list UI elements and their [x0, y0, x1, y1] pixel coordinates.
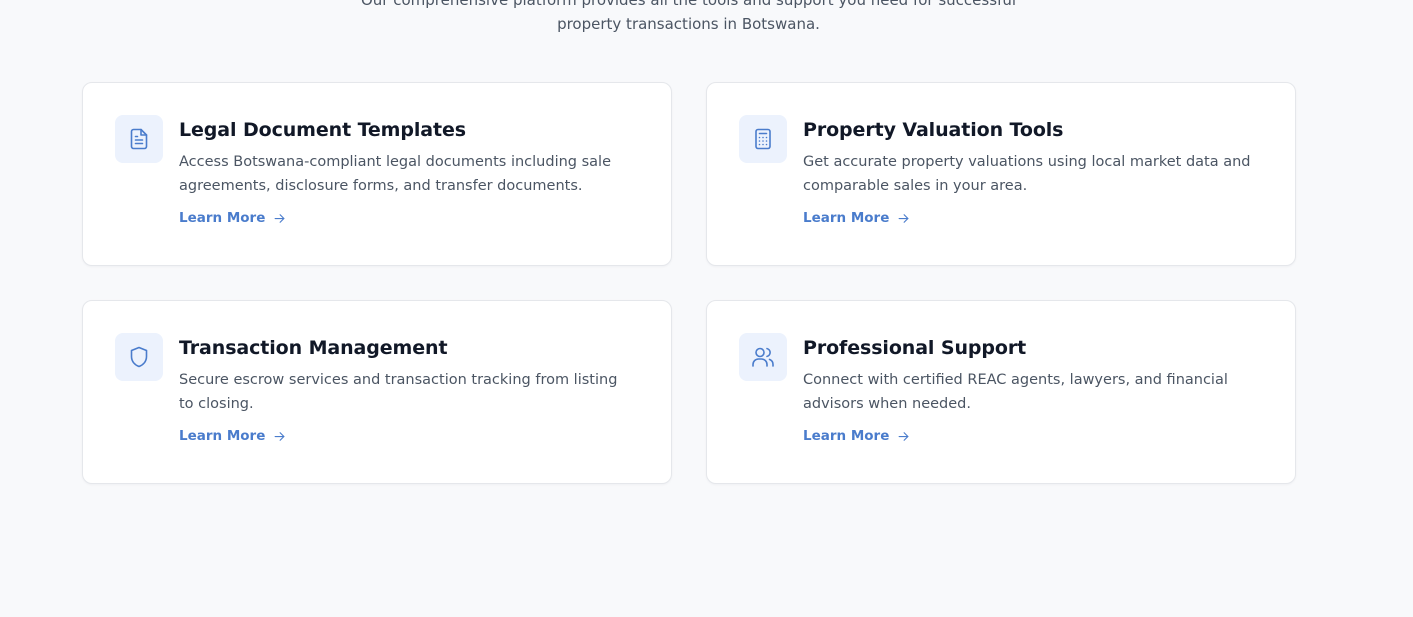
features-grid: Legal Document Templates Access Botswana… — [82, 82, 1296, 484]
intro-line-2: property transactions in Botswana. — [557, 15, 820, 33]
calculator-icon — [739, 115, 787, 163]
learn-more-label: Learn More — [803, 210, 890, 226]
arrow-right-icon — [274, 431, 285, 441]
arrow-right-icon — [274, 213, 285, 223]
learn-more-label: Learn More — [179, 428, 266, 444]
feature-card-valuation-tools: Property Valuation Tools Get accurate pr… — [706, 82, 1296, 266]
card-description: Get accurate property valuations using l… — [803, 154, 1251, 194]
card-title: Legal Document Templates — [179, 119, 466, 141]
learn-more-link[interactable]: Learn More — [179, 210, 287, 226]
card-title: Transaction Management — [179, 337, 448, 359]
users-icon — [739, 333, 787, 381]
document-icon — [115, 115, 163, 163]
learn-more-label: Learn More — [179, 210, 266, 226]
feature-card-legal-documents: Legal Document Templates Access Botswana… — [82, 82, 672, 266]
card-description: Access Botswana-compliant legal document… — [179, 154, 611, 194]
learn-more-link[interactable]: Learn More — [803, 210, 911, 226]
arrow-right-icon — [898, 213, 909, 223]
feature-card-transaction-management: Transaction Management Secure escrow ser… — [82, 300, 672, 484]
learn-more-link[interactable]: Learn More — [179, 428, 287, 444]
feature-card-professional-support: Professional Support Connect with certif… — [706, 300, 1296, 484]
section-intro: Our comprehensive platform provides all … — [0, 0, 1377, 36]
learn-more-link[interactable]: Learn More — [803, 428, 911, 444]
card-title: Property Valuation Tools — [803, 119, 1064, 141]
learn-more-label: Learn More — [803, 428, 890, 444]
arrow-right-icon — [898, 431, 909, 441]
intro-line-1: Our comprehensive platform provides all … — [360, 0, 1016, 9]
card-title: Professional Support — [803, 337, 1027, 359]
card-description: Connect with certified REAC agents, lawy… — [803, 372, 1228, 412]
card-description: Secure escrow services and transaction t… — [179, 372, 618, 412]
shield-icon — [115, 333, 163, 381]
